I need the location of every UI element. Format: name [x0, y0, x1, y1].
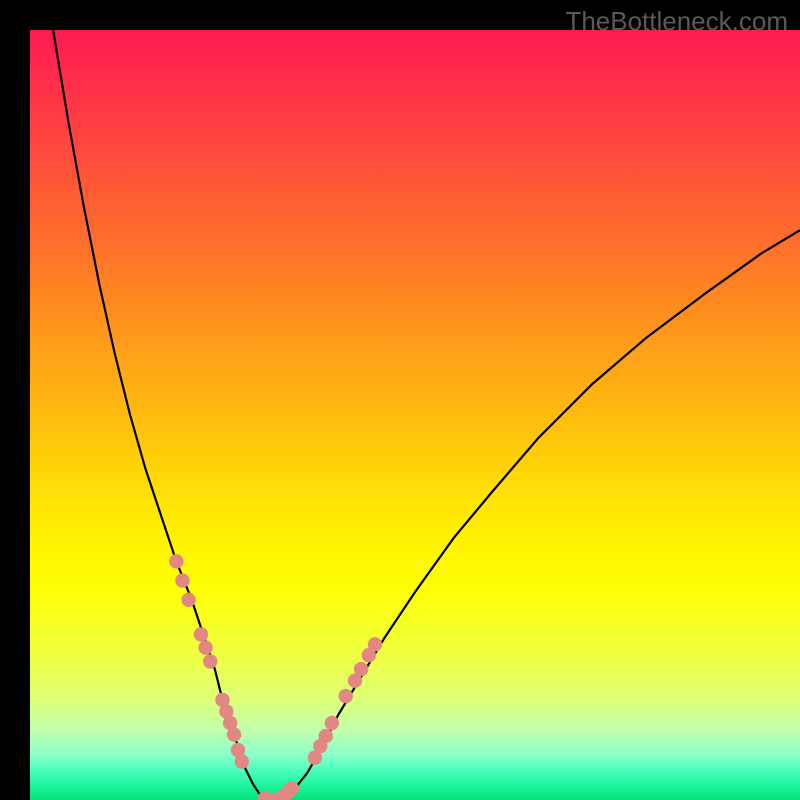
data-point — [318, 729, 332, 743]
data-point — [235, 754, 249, 768]
bottleneck-curve — [53, 30, 800, 800]
data-point — [194, 627, 208, 641]
curve-layer — [30, 30, 800, 800]
plot-area — [30, 30, 800, 800]
chart-frame: TheBottleneck.com — [0, 0, 800, 800]
watermark-text: TheBottleneck.com — [565, 6, 788, 37]
data-point — [181, 593, 195, 607]
data-point — [339, 689, 353, 703]
data-point — [203, 654, 217, 668]
data-point — [198, 640, 212, 654]
data-point — [285, 781, 299, 795]
data-point — [175, 573, 189, 587]
data-point — [169, 554, 183, 568]
data-point — [325, 716, 339, 730]
data-point — [368, 637, 382, 651]
data-point — [354, 662, 368, 676]
data-point — [227, 727, 241, 741]
